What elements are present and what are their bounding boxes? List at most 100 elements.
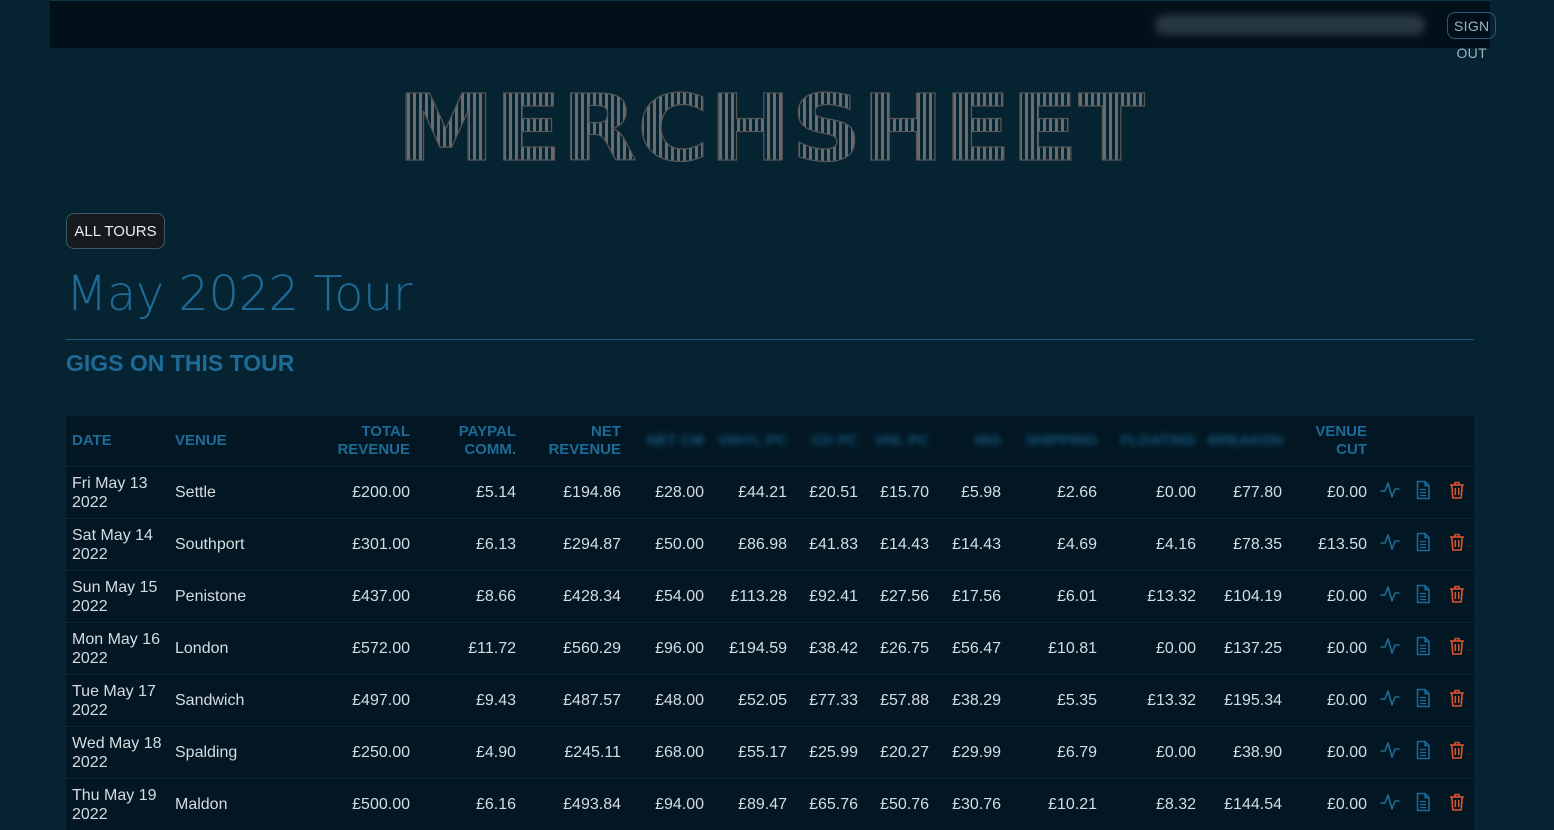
document-icon[interactable] xyxy=(1413,584,1433,604)
gig-value-5: £30.76 xyxy=(935,779,1007,830)
trash-icon[interactable] xyxy=(1447,532,1467,552)
activity-icon[interactable] xyxy=(1380,688,1400,708)
gig-value-6: £6.01 xyxy=(1007,571,1103,623)
col-header-blurred-5[interactable]: MIS xyxy=(935,416,1007,467)
activity-icon[interactable] xyxy=(1380,480,1400,500)
col-header-blurred-6[interactable]: SHIPPING xyxy=(1007,416,1103,467)
col-header-blurred-1[interactable]: NET CM xyxy=(627,416,710,467)
table-row[interactable]: Thu May 19 2022 Maldon £500.00 £6.16 £49… xyxy=(66,779,1474,830)
gig-date: Mon May 16 2022 xyxy=(66,623,169,675)
gig-value-8: £38.90 xyxy=(1202,727,1288,779)
gig-value-1: £48.00 xyxy=(627,675,710,727)
activity-icon[interactable] xyxy=(1380,532,1400,552)
gig-paypal-comm: £8.66 xyxy=(416,571,522,623)
gig-net-revenue: £194.86 xyxy=(522,467,627,519)
page-title: May 2022 Tour xyxy=(66,266,412,322)
gigs-table: DATE VENUE TOTAL REVENUE PAYPAL COMM. NE… xyxy=(66,416,1474,830)
document-icon[interactable] xyxy=(1413,740,1433,760)
gig-venue: Southport xyxy=(169,519,284,571)
gig-total-revenue: £250.00 xyxy=(284,727,416,779)
gig-value-4: £20.27 xyxy=(864,727,935,779)
document-icon[interactable] xyxy=(1413,688,1433,708)
gig-value-1: £96.00 xyxy=(627,623,710,675)
table-row[interactable]: Sun May 15 2022 Penistone £437.00 £8.66 … xyxy=(66,571,1474,623)
trash-icon[interactable] xyxy=(1447,636,1467,656)
gig-venue-cut: £0.00 xyxy=(1288,779,1373,830)
gig-value-7: £8.32 xyxy=(1103,779,1202,830)
activity-icon[interactable] xyxy=(1380,740,1400,760)
table-row[interactable]: Fri May 13 2022 Settle £200.00 £5.14 £19… xyxy=(66,467,1474,519)
gig-venue: Settle xyxy=(169,467,284,519)
gig-venue: Sandwich xyxy=(169,675,284,727)
col-header-blurred-2[interactable]: VINYL PC xyxy=(710,416,793,467)
col-header-blurred-3[interactable]: CD PC xyxy=(793,416,864,467)
gig-value-1: £68.00 xyxy=(627,727,710,779)
col-header-blurred-8[interactable]: BREAKDN xyxy=(1202,416,1288,467)
col-header-venue-cut[interactable]: VENUE CUT xyxy=(1288,416,1373,467)
activity-icon[interactable] xyxy=(1380,636,1400,656)
gig-venue: London xyxy=(169,623,284,675)
activity-icon[interactable] xyxy=(1380,792,1400,812)
gig-value-7: £0.00 xyxy=(1103,467,1202,519)
gig-value-1: £28.00 xyxy=(627,467,710,519)
document-icon[interactable] xyxy=(1413,532,1433,552)
section-title: GIGS ON THIS TOUR xyxy=(66,349,294,377)
trash-icon[interactable] xyxy=(1447,688,1467,708)
gig-value-1: £50.00 xyxy=(627,519,710,571)
gig-net-revenue: £493.84 xyxy=(522,779,627,830)
activity-icon[interactable] xyxy=(1380,584,1400,604)
gig-value-3: £38.42 xyxy=(793,623,864,675)
col-header-date[interactable]: DATE xyxy=(66,416,169,467)
col-header-blurred-4[interactable]: VNL PC xyxy=(864,416,935,467)
gig-date: Thu May 19 2022 xyxy=(66,779,169,830)
gig-venue-cut: £0.00 xyxy=(1288,675,1373,727)
all-tours-button[interactable]: ALL TOURS xyxy=(66,213,165,249)
gig-total-revenue: £497.00 xyxy=(284,675,416,727)
col-header-paypal-comm[interactable]: PAYPAL COMM. xyxy=(416,416,522,467)
gig-value-2: £113.28 xyxy=(710,571,793,623)
trash-icon[interactable] xyxy=(1447,480,1467,500)
trash-icon[interactable] xyxy=(1447,740,1467,760)
gig-date: Sat May 14 2022 xyxy=(66,519,169,571)
table-row[interactable]: Mon May 16 2022 London £572.00 £11.72 £5… xyxy=(66,623,1474,675)
gig-total-revenue: £437.00 xyxy=(284,571,416,623)
document-icon[interactable] xyxy=(1413,636,1433,656)
document-icon[interactable] xyxy=(1413,480,1433,500)
gig-value-5: £38.29 xyxy=(935,675,1007,727)
table-row[interactable]: Tue May 17 2022 Sandwich £497.00 £9.43 £… xyxy=(66,675,1474,727)
table-row[interactable]: Wed May 18 2022 Spalding £250.00 £4.90 £… xyxy=(66,727,1474,779)
gig-value-7: £13.32 xyxy=(1103,571,1202,623)
gig-venue-cut: £0.00 xyxy=(1288,571,1373,623)
gig-value-7: £0.00 xyxy=(1103,727,1202,779)
col-header-blurred-7[interactable]: FLOATING xyxy=(1103,416,1202,467)
gig-value-8: £77.80 xyxy=(1202,467,1288,519)
sign-out-button[interactable]: SIGN OUT xyxy=(1447,12,1496,39)
gig-venue-cut: £13.50 xyxy=(1288,519,1373,571)
gig-value-4: £15.70 xyxy=(864,467,935,519)
gig-venue-cut: £0.00 xyxy=(1288,623,1373,675)
gig-value-4: £27.56 xyxy=(864,571,935,623)
gig-value-3: £20.51 xyxy=(793,467,864,519)
gig-value-1: £94.00 xyxy=(627,779,710,830)
gig-value-4: £26.75 xyxy=(864,623,935,675)
gig-paypal-comm: £4.90 xyxy=(416,727,522,779)
gig-value-3: £25.99 xyxy=(793,727,864,779)
gig-value-2: £55.17 xyxy=(710,727,793,779)
gig-value-5: £14.43 xyxy=(935,519,1007,571)
gig-value-2: £89.47 xyxy=(710,779,793,830)
gig-net-revenue: £294.87 xyxy=(522,519,627,571)
col-header-net-revenue[interactable]: NET REVENUE xyxy=(522,416,627,467)
col-header-venue[interactable]: VENUE xyxy=(169,416,284,467)
gig-value-3: £65.76 xyxy=(793,779,864,830)
gig-value-6: £5.35 xyxy=(1007,675,1103,727)
col-header-total-revenue[interactable]: TOTAL REVENUE xyxy=(284,416,416,467)
gig-venue: Spalding xyxy=(169,727,284,779)
document-icon[interactable] xyxy=(1413,792,1433,812)
gig-net-revenue: £428.34 xyxy=(522,571,627,623)
gig-value-5: £29.99 xyxy=(935,727,1007,779)
trash-icon[interactable] xyxy=(1447,792,1467,812)
trash-icon[interactable] xyxy=(1447,584,1467,604)
gig-value-8: £78.35 xyxy=(1202,519,1288,571)
table-row[interactable]: Sat May 14 2022 Southport £301.00 £6.13 … xyxy=(66,519,1474,571)
gig-paypal-comm: £6.16 xyxy=(416,779,522,830)
